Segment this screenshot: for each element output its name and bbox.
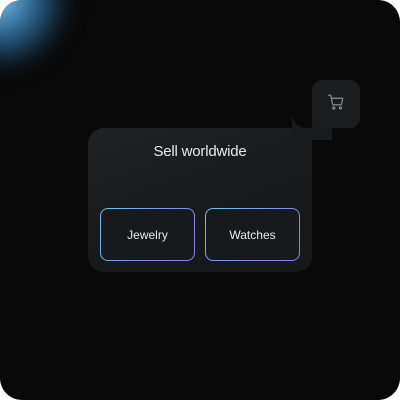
card-title: Sell worldwide xyxy=(153,143,247,160)
corner-glow xyxy=(0,0,80,80)
jewelry-chip[interactable]: Jewelry xyxy=(100,208,195,261)
cart-button[interactable] xyxy=(312,80,360,128)
watches-chip[interactable]: Watches xyxy=(205,208,300,261)
canvas: Sell worldwide Jewelry Watches xyxy=(0,0,400,400)
card-notch xyxy=(292,92,312,128)
shopping-cart-icon xyxy=(327,93,345,116)
